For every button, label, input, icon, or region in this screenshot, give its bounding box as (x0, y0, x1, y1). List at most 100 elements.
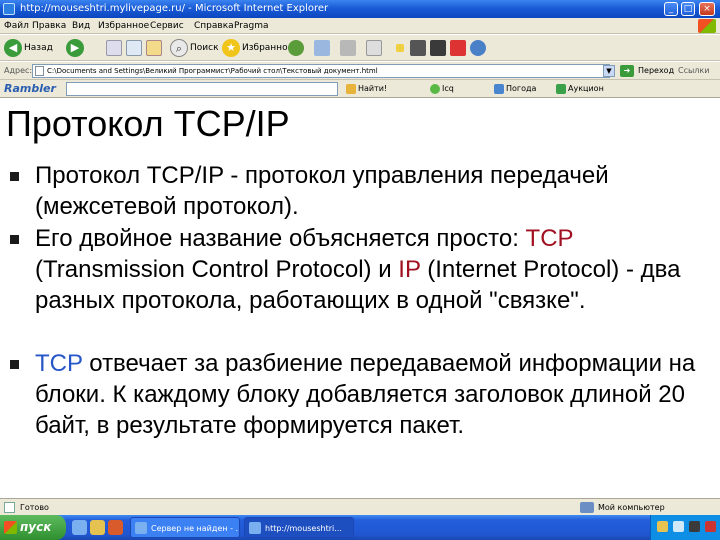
back-button[interactable]: ◀ Назад (4, 38, 53, 58)
users-icon[interactable] (470, 40, 486, 56)
close-button[interactable]: × (699, 2, 715, 16)
bullet-square-icon (10, 172, 19, 181)
bullet-text-fragment: (Transmission Control Protocol) и (35, 256, 399, 283)
menu-tools[interactable]: Сервис (150, 18, 184, 34)
windows-flag-icon (4, 521, 17, 534)
document-icon (35, 66, 44, 76)
highlighted-term: TCP (35, 350, 83, 377)
minimize-button[interactable]: _ (664, 2, 678, 16)
window-title-bar: http://mouseshtri.mylivepage.ru/ - Micro… (0, 0, 720, 18)
status-bar: Готово Мой компьютер (0, 498, 720, 515)
taskbar-item-label: http://mouseshtri... (265, 524, 342, 533)
page-title: Протокол TCP/IP (6, 103, 290, 144)
rambler-find-button[interactable]: Найти! (346, 80, 387, 98)
bullet-text-fragment: отвечает за разбиение передаваемой инфор… (35, 350, 696, 439)
page-icon (4, 502, 15, 513)
menu-favorites[interactable]: Избранное (98, 18, 149, 34)
address-dropdown-icon[interactable]: ▼ (603, 65, 615, 77)
go-arrow-icon[interactable]: ➜ (620, 65, 634, 77)
mail-icon[interactable] (314, 40, 330, 56)
discuss-icon[interactable] (410, 40, 426, 56)
home-icon[interactable] (146, 40, 162, 56)
history-icon[interactable] (288, 40, 304, 56)
rambler-auction-button[interactable]: Аукцион (556, 80, 604, 98)
window-title: http://mouseshtri.mylivepage.ru/ - Micro… (20, 3, 329, 14)
address-bar: Адрес: C:\Documents and Settings\Великий… (0, 62, 720, 80)
weather-icon (494, 83, 504, 94)
weather-label: Погода (506, 84, 537, 93)
menu-bar: Файл Правка Вид Избранное Сервис Справка… (0, 18, 720, 34)
tray-volume-icon[interactable] (673, 521, 684, 532)
links-button[interactable]: Ссылки (678, 62, 709, 80)
stop-icon[interactable] (106, 40, 122, 56)
highlighted-term: TCP (525, 225, 574, 252)
bullet-text: Его двойное название объясняется просто:… (35, 223, 705, 316)
rambler-icq-button[interactable]: Icq (430, 80, 454, 98)
bullet-square-icon (10, 360, 19, 369)
tray-antivirus-icon[interactable] (705, 521, 716, 532)
menu-help[interactable]: Справка (194, 18, 234, 34)
favorites-button[interactable]: ★ Избранное (222, 38, 293, 58)
quicklaunch-media-icon[interactable] (108, 520, 123, 535)
system-tray (650, 515, 720, 540)
auction-label: Аукцион (568, 84, 604, 93)
back-label: Назад (24, 43, 53, 53)
icq-label: Icq (442, 84, 454, 93)
start-label: пуск (20, 520, 52, 534)
menu-view[interactable]: Вид (72, 18, 90, 34)
search-button[interactable]: ⌕ Поиск (170, 38, 219, 58)
favorites-label: Избранное (242, 43, 294, 53)
back-arrow-icon: ◀ (4, 38, 22, 57)
forward-button[interactable]: ▶ (66, 38, 86, 58)
windows-logo-icon (698, 19, 716, 33)
tray-network-icon[interactable] (689, 521, 700, 532)
icq-icon (430, 83, 440, 94)
maximize-button[interactable]: □ (681, 2, 695, 16)
search-icon: ⌕ (170, 38, 188, 57)
security-zone: Мой компьютер (598, 503, 665, 512)
taskbar-item-label: Сервер не найден - ... (151, 524, 240, 533)
research-icon[interactable] (430, 40, 446, 56)
find-label: Найти! (358, 84, 388, 93)
find-icon (346, 83, 356, 94)
auction-icon (556, 83, 566, 94)
note-icon[interactable] (396, 44, 404, 52)
status-text: Готово (20, 503, 49, 512)
ie-page-icon (249, 522, 261, 534)
address-label: Адрес: (4, 66, 33, 75)
go-button[interactable]: Переход (638, 62, 674, 80)
page-content: Протокол TCP/IP Протокол TCP/IP - проток… (0, 98, 720, 494)
search-label: Поиск (190, 43, 219, 53)
bullet-text: TCP отвечает за разбиение передаваемой и… (35, 348, 705, 441)
computer-icon (580, 502, 594, 513)
rambler-toolbar: Rambler Найти! Icq Погода Аукцион (0, 80, 720, 98)
quicklaunch-folder-icon[interactable] (90, 520, 105, 535)
rambler-search-input[interactable] (66, 82, 338, 96)
address-input[interactable]: C:\Documents and Settings\Великий Програ… (32, 64, 610, 78)
bullet-square-icon (10, 235, 19, 244)
print-icon[interactable] (340, 40, 356, 56)
messenger-icon[interactable] (450, 40, 466, 56)
rambler-weather-button[interactable]: Погода (494, 80, 536, 98)
quicklaunch-ie-icon[interactable] (72, 520, 87, 535)
forward-arrow-icon: ▶ (66, 38, 84, 57)
star-icon: ★ (222, 38, 240, 57)
taskbar-item[interactable]: Сервер не найден - ... (130, 517, 240, 538)
taskbar-item-active[interactable]: http://mouseshtri... (244, 517, 354, 538)
bullet-text-fragment: Протокол TCP/IP - протокол управления пе… (35, 162, 609, 220)
menu-edit[interactable]: Правка (32, 18, 66, 34)
bullet-text-fragment: Его двойное название объясняется просто: (35, 225, 526, 252)
ie-icon (3, 3, 15, 15)
menu-pragma[interactable]: Pragma (234, 18, 268, 34)
toolbar: ◀ Назад ▶ ⌕ Поиск ★ Избранное (0, 35, 720, 61)
tray-language-icon[interactable] (657, 521, 668, 532)
taskbar: пуск Сервер не найден - ... http://mouse… (0, 515, 720, 540)
menu-file[interactable]: Файл (4, 18, 29, 34)
bullet-text: Протокол TCP/IP - протокол управления пе… (35, 160, 705, 222)
ie-page-icon (135, 522, 147, 534)
edit-icon[interactable] (366, 40, 382, 56)
highlighted-term: IP (398, 256, 421, 283)
start-button[interactable]: пуск (0, 515, 66, 540)
rambler-logo[interactable]: Rambler (4, 80, 56, 98)
refresh-icon[interactable] (126, 40, 142, 56)
